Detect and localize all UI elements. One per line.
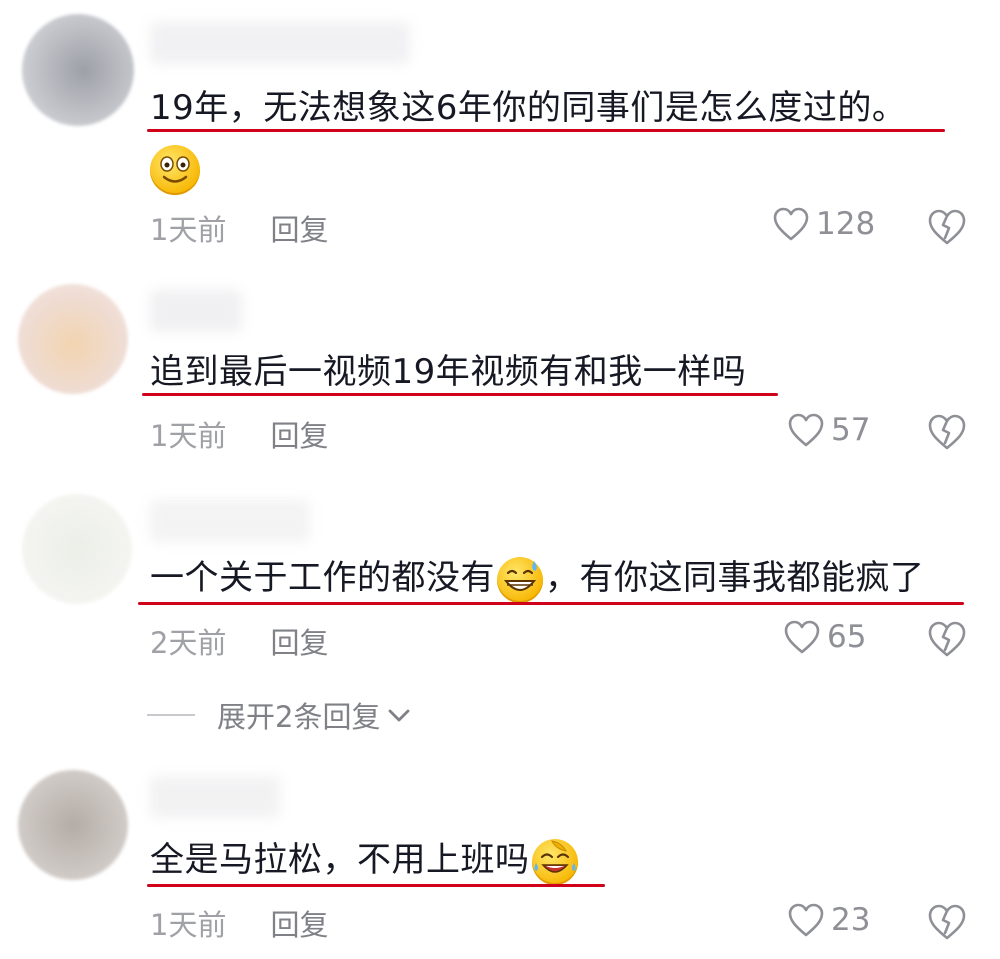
grinning-sweat-emoji — [497, 556, 543, 603]
comment-text: 19年，无法想象这6年你的同事们是怎么度过的。 — [150, 86, 906, 130]
avatar[interactable] — [18, 770, 128, 880]
reply-button[interactable]: 回复 — [270, 908, 328, 942]
comment-text-content: 19年，无法想象这6年你的同事们是怎么度过的。 — [150, 88, 907, 128]
avatar[interactable] — [22, 14, 134, 126]
red-underline — [147, 129, 945, 132]
reply-button[interactable]: 回复 — [270, 213, 328, 247]
like-button[interactable]: 57 — [787, 412, 870, 448]
broken-heart-icon[interactable] — [927, 620, 967, 658]
reply-button[interactable]: 回复 — [270, 419, 328, 453]
like-count: 128 — [816, 206, 876, 242]
red-underline — [138, 602, 964, 605]
comment-item: 19年，无法想象这6年你的同事们是怎么度过的。 1天前 回复 128 — [0, 0, 1000, 260]
reply-button[interactable]: 回复 — [270, 626, 328, 660]
broken-heart-icon[interactable] — [927, 903, 967, 941]
comment-text: 追到最后一视频19年视频有和我一样吗 — [150, 350, 746, 394]
avatar[interactable] — [22, 494, 132, 604]
comment-meta: 2天前 回复 — [150, 620, 328, 662]
username[interactable] — [150, 500, 310, 542]
username[interactable] — [150, 776, 280, 818]
heart-icon — [788, 413, 824, 447]
facepalm-laugh-emoji — [531, 838, 578, 885]
comment-text: 全是马拉松，不用上班吗 — [150, 838, 578, 885]
heart-icon — [784, 620, 820, 654]
like-button[interactable]: 23 — [787, 902, 870, 938]
broken-heart-icon[interactable] — [927, 208, 967, 246]
comment-meta: 1天前 回复 — [150, 207, 328, 249]
username[interactable] — [150, 22, 410, 64]
avatar[interactable] — [18, 284, 128, 394]
comment-text-after: ，有你这同事我都能疯了 — [545, 558, 925, 598]
comment-text: 一个关于工作的都没有 ，有你这同事我都能疯了 — [150, 556, 925, 603]
like-button[interactable]: 128 — [772, 206, 875, 242]
red-underline — [142, 393, 778, 396]
heart-icon — [773, 207, 809, 241]
like-count: 23 — [831, 902, 871, 938]
comment-meta: 1天前 回复 — [150, 413, 328, 455]
comment-time: 2天前 — [150, 626, 227, 660]
divider-dash — [147, 714, 195, 716]
smiling-face-emoji — [150, 145, 200, 195]
like-button[interactable]: 65 — [783, 619, 866, 655]
comment-text-before: 一个关于工作的都没有 — [150, 558, 495, 598]
red-underline — [147, 884, 605, 887]
expand-replies-label: 展开2条回复 — [217, 700, 381, 734]
like-count: 57 — [831, 412, 871, 448]
comment-text-content: 全是马拉松，不用上班吗 — [150, 840, 530, 880]
chevron-down-icon — [389, 709, 410, 722]
comment-time: 1天前 — [150, 908, 227, 942]
comment-meta: 1天前 回复 — [150, 902, 328, 944]
expand-replies-button[interactable]: 展开2条回复 — [147, 694, 412, 736]
username[interactable] — [150, 290, 242, 332]
broken-heart-icon[interactable] — [927, 413, 967, 451]
comment-time: 1天前 — [150, 419, 227, 453]
like-count: 65 — [827, 619, 867, 655]
heart-icon — [788, 903, 824, 937]
comment-time: 1天前 — [150, 213, 227, 247]
comment-text-content: 追到最后一视频19年视频有和我一样吗 — [150, 352, 747, 392]
